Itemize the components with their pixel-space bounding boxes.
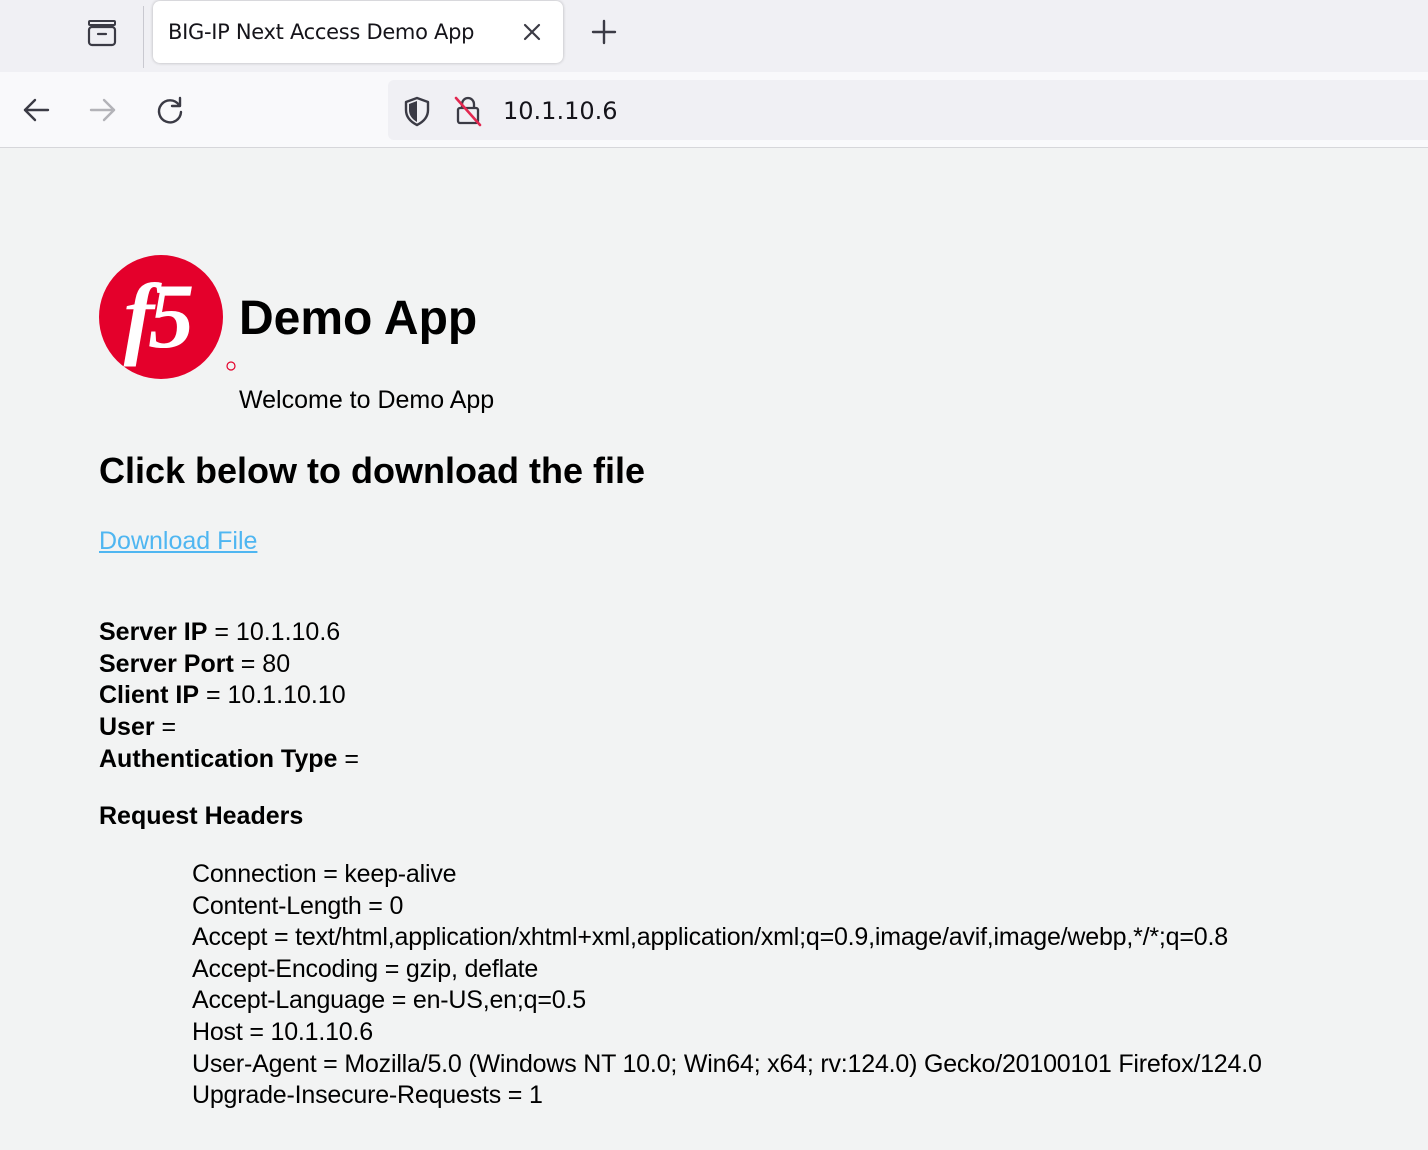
info-row-client-ip: Client IP = 10.1.10.10 (99, 680, 366, 712)
tab-list-button[interactable] (78, 12, 126, 54)
close-icon (523, 23, 541, 41)
request-headers-heading: Request Headers (99, 802, 304, 830)
tab-active[interactable]: BIG-IP Next Access Demo App (153, 1, 563, 63)
info-label: Server IP (99, 618, 208, 646)
info-label: Server Port (99, 649, 234, 678)
info-value: 10.1.10.6 (235, 618, 341, 646)
header-line: Accept-Encoding = gzip, deflate (192, 954, 539, 983)
forward-button[interactable] (83, 90, 123, 130)
header-line: User-Agent = Mozilla/5.0 (Windows NT 10.… (192, 1049, 1262, 1078)
f5-logo: f5 (99, 255, 236, 379)
logo-text: f5 (124, 265, 193, 367)
tab-list-icon (87, 20, 117, 47)
info-separator: = (233, 649, 263, 678)
shield-icon (404, 96, 430, 127)
info-row-server-ip: Server IP = 10.1.10.6 (99, 617, 366, 649)
forward-arrow-icon (89, 98, 116, 122)
info-separator: = (154, 713, 184, 742)
request-headers-list: Connection = keep-alive Content-Length =… (192, 859, 1262, 1112)
tab-strip: BIG-IP Next Access Demo App (0, 0, 1428, 72)
reload-icon (157, 96, 183, 124)
info-row-user: User = (99, 712, 366, 744)
info-label: User (99, 713, 155, 742)
address-bar[interactable]: 10.1.10.6 (388, 80, 1428, 140)
info-row-auth-type: Authentication Type = (99, 744, 366, 776)
header-line: Host = 10.1.10.6 (192, 1017, 373, 1046)
header-line: Upgrade-Insecure-Requests = 1 (192, 1081, 543, 1110)
download-heading: Click below to download the file (99, 450, 646, 491)
reload-button[interactable] (150, 90, 190, 130)
header-line: Content-Length = 0 (192, 891, 404, 920)
page-title: Demo App (239, 292, 478, 345)
info-label: Authentication Type (99, 744, 338, 773)
navigation-toolbar: 10.1.10.6 (0, 72, 1428, 148)
info-value: 80 (262, 649, 291, 678)
header-line: Connection = keep-alive (192, 860, 457, 888)
header-line: Accept-Language = en-US,en;q=0.5 (192, 986, 586, 1015)
server-info: Server IP = 10.1.10.6 Server Port = 80 C… (99, 617, 366, 776)
info-separator: = (199, 681, 228, 710)
welcome-text: Welcome to Demo App (239, 386, 495, 414)
info-row-server-port: Server Port = 80 (99, 649, 366, 681)
info-value: 10.1.10.10 (227, 681, 346, 710)
insecure-lock-icon (454, 96, 482, 127)
info-label: Client IP (99, 681, 200, 710)
site-security-button[interactable] (452, 95, 484, 127)
header-line: Accept = text/html,application/xhtml+xml… (192, 923, 1228, 952)
back-button[interactable] (16, 90, 56, 130)
tracking-protection-button[interactable] (401, 95, 433, 127)
download-file-link[interactable]: Download File (99, 527, 257, 556)
info-separator: = (337, 744, 366, 773)
page-content: f5 Demo App Welcome to Demo App Click be… (0, 148, 1428, 1150)
new-tab-button[interactable] (586, 14, 622, 50)
url-text: 10.1.10.6 (503, 97, 618, 125)
tab-divider (143, 6, 144, 68)
plus-icon (591, 19, 617, 45)
back-arrow-icon (23, 98, 50, 122)
info-separator: = (207, 618, 236, 646)
tab-close-button[interactable] (518, 18, 546, 46)
tab-title: BIG-IP Next Access Demo App (168, 20, 475, 44)
